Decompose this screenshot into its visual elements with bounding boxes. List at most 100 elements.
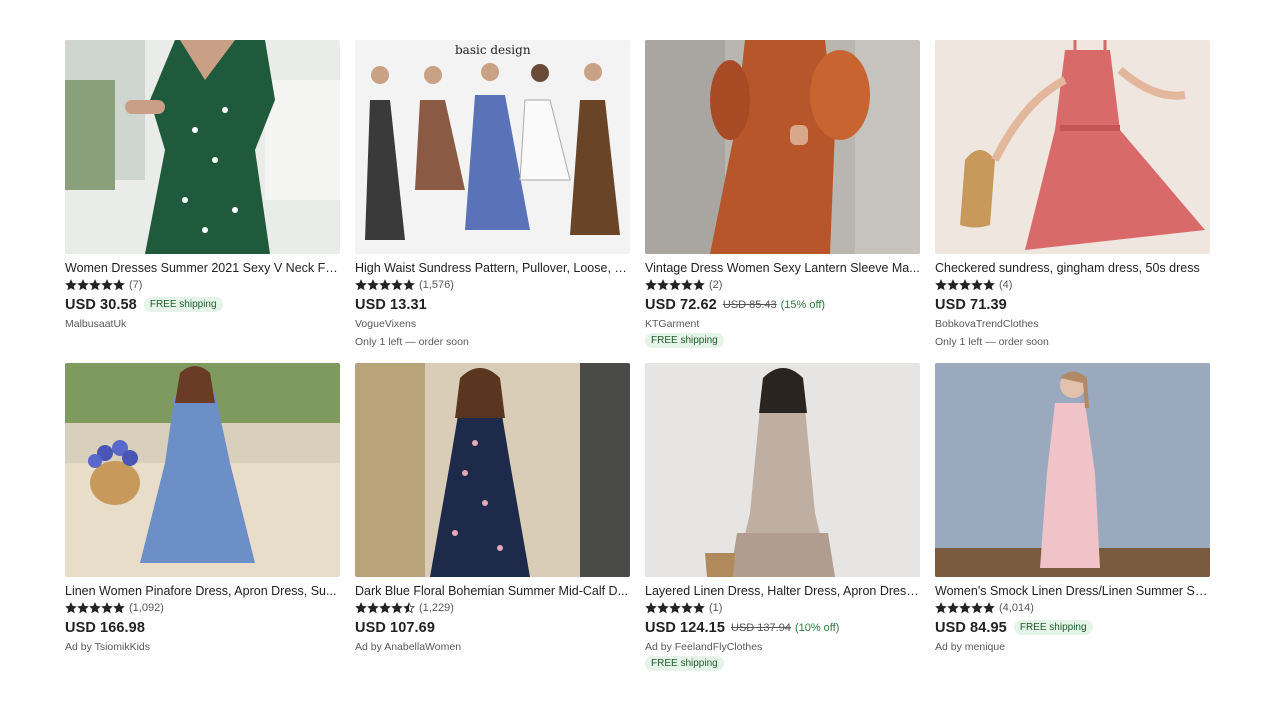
star-rating <box>645 602 705 614</box>
review-count: (4) <box>999 279 1013 291</box>
star-icon <box>391 279 403 291</box>
listing-title[interactable]: Women Dresses Summer 2021 Sexy V Neck Fl… <box>65 260 340 276</box>
listing-title[interactable]: High Waist Sundress Pattern, Pullover, L… <box>355 260 630 276</box>
star-icon <box>113 279 125 291</box>
listing-image[interactable] <box>65 363 340 577</box>
free-shipping-badge: FREE shipping <box>1013 620 1093 635</box>
price-row: USD 72.62 USD 85.43 (15% off) <box>645 295 920 314</box>
price: USD 13.31 <box>355 296 427 313</box>
star-icon <box>983 279 995 291</box>
shop-name[interactable]: Ad by FeelandFlyClothes <box>645 641 920 653</box>
star-icon <box>681 279 693 291</box>
star-icon <box>959 602 971 614</box>
listing-title[interactable]: Dark Blue Floral Bohemian Summer Mid-Cal… <box>355 583 630 599</box>
discount: (10% off) <box>794 621 840 634</box>
star-rating <box>645 279 705 291</box>
rating: (4,014) <box>935 601 1210 615</box>
star-icon <box>935 602 947 614</box>
shop-name[interactable]: BobkovaTrendClothes <box>935 318 1210 330</box>
listing-card[interactable]: Women's Smock Linen Dress/Linen Summer S… <box>935 363 1210 686</box>
shop-name[interactable]: MalbusaatUk <box>65 318 340 330</box>
star-icon <box>391 602 403 614</box>
review-count: (4,014) <box>999 602 1034 614</box>
dress-photo <box>935 40 1210 254</box>
original-price: USD 137.94 <box>731 621 791 634</box>
listing-image[interactable] <box>645 363 920 577</box>
price: USD 124.15 <box>645 619 725 636</box>
listing-title[interactable]: Women's Smock Linen Dress/Linen Summer S… <box>935 583 1210 599</box>
price-row: USD 84.95 FREE shipping <box>935 618 1210 637</box>
dress-photo <box>645 40 920 254</box>
star-rating <box>65 279 125 291</box>
star-icon <box>645 602 657 614</box>
shop-name[interactable]: Ad by AnabellaWomen <box>355 641 630 653</box>
star-rating <box>935 279 995 291</box>
listing-image[interactable] <box>935 40 1210 254</box>
star-icon <box>935 279 947 291</box>
listing-card[interactable]: Linen Women Pinafore Dress, Apron Dress,… <box>65 363 340 686</box>
listing-card[interactable]: Dark Blue Floral Bohemian Summer Mid-Cal… <box>355 363 630 686</box>
listing-card[interactable]: Layered Linen Dress, Halter Dress, Apron… <box>645 363 920 686</box>
star-icon <box>77 279 89 291</box>
listing-title[interactable]: Checkered sundress, gingham dress, 50s d… <box>935 260 1210 276</box>
rating: (7) <box>65 278 340 292</box>
listing-title[interactable]: Linen Women Pinafore Dress, Apron Dress,… <box>65 583 340 599</box>
star-icon <box>681 602 693 614</box>
star-icon <box>657 279 669 291</box>
star-icon <box>693 602 705 614</box>
dress-photo <box>65 363 340 577</box>
listing-title[interactable]: Vintage Dress Women Sexy Lantern Sleeve … <box>645 260 920 276</box>
rating: (1,229) <box>355 601 630 615</box>
rating: (2) <box>645 278 920 292</box>
review-count: (1,092) <box>129 602 164 614</box>
image-caption: basic design <box>455 43 531 57</box>
star-rating <box>355 279 415 291</box>
listing-card[interactable]: Women Dresses Summer 2021 Sexy V Neck Fl… <box>65 40 340 363</box>
star-icon <box>355 602 367 614</box>
review-count: (1,229) <box>419 602 454 614</box>
star-icon <box>403 279 415 291</box>
shop-name[interactable]: Ad by TsiomikKids <box>65 641 340 653</box>
price: USD 71.39 <box>935 296 1007 313</box>
price-row: USD 13.31 <box>355 295 630 314</box>
dress-photo <box>355 363 630 577</box>
star-icon <box>65 279 77 291</box>
listing-title[interactable]: Layered Linen Dress, Halter Dress, Apron… <box>645 583 920 599</box>
listing-image[interactable] <box>645 40 920 254</box>
star-icon <box>101 602 113 614</box>
shop-name[interactable]: KTGarment <box>645 318 920 330</box>
listing-image[interactable] <box>935 363 1210 577</box>
star-icon <box>971 279 983 291</box>
listing-image[interactable]: basic design <box>355 40 630 254</box>
star-icon <box>693 279 705 291</box>
star-icon <box>367 279 379 291</box>
shop-name[interactable]: Ad by menique <box>935 641 1210 653</box>
star-rating <box>935 602 995 614</box>
listing-image[interactable] <box>65 40 340 254</box>
free-shipping-badge: FREE shipping <box>645 656 724 671</box>
star-icon <box>89 602 101 614</box>
price-row: USD 71.39 <box>935 295 1210 314</box>
star-icon <box>971 602 983 614</box>
rating: (4) <box>935 278 1210 292</box>
star-icon <box>645 279 657 291</box>
original-price: USD 85.43 <box>722 298 777 311</box>
dress-photo <box>935 363 1210 577</box>
price: USD 30.58 <box>65 296 137 313</box>
shop-name[interactable]: VogueVixens <box>355 318 630 330</box>
stock-notice: Only 1 left — order soon <box>935 336 1049 348</box>
review-count: (1,576) <box>419 279 454 291</box>
star-icon <box>379 602 391 614</box>
listing-grid: Women Dresses Summer 2021 Sexy V Neck Fl… <box>65 40 1212 686</box>
rating: (1) <box>645 601 920 615</box>
price-row: USD 30.58 FREE shipping <box>65 295 340 314</box>
listing-card[interactable]: Vintage Dress Women Sexy Lantern Sleeve … <box>645 40 920 363</box>
review-count: (7) <box>129 279 143 291</box>
listing-image[interactable] <box>355 363 630 577</box>
star-icon <box>367 602 379 614</box>
discount: (15% off) <box>780 298 826 311</box>
listing-card[interactable]: basic design High Waist Sundress Pattern… <box>355 40 630 363</box>
star-icon <box>379 279 391 291</box>
listing-card[interactable]: Checkered sundress, gingham dress, 50s d… <box>935 40 1210 363</box>
star-icon <box>947 602 959 614</box>
